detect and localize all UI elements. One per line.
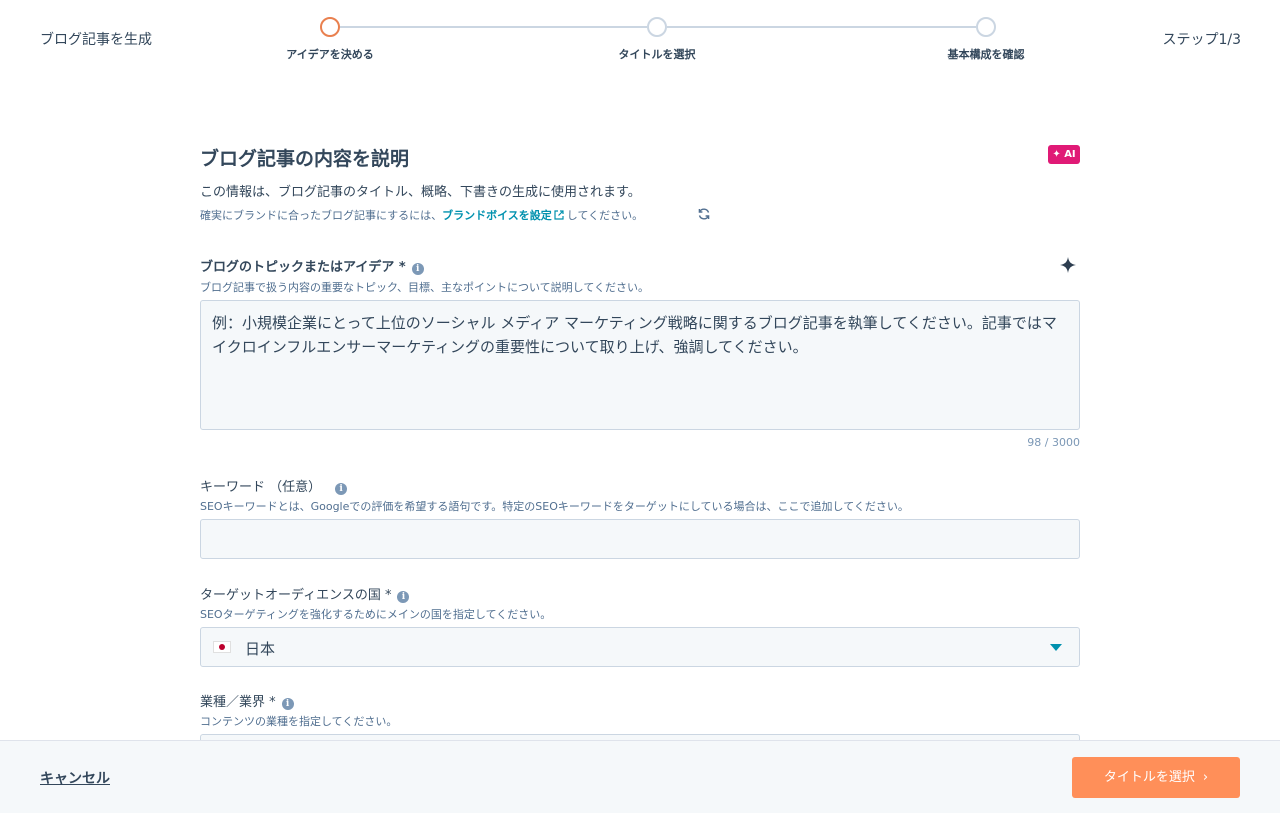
info-icon[interactable]: i (397, 591, 410, 603)
industry-label: 業種／業界 * i (200, 691, 294, 710)
brand-prefix: 確実にブランドに合ったブログ記事にするには、 (200, 209, 443, 222)
info-icon[interactable]: i (411, 263, 424, 275)
keyword-label-text: キーワード （任意） (200, 480, 322, 495)
country-label-text: ターゲットオーディエンスの国 * (200, 588, 392, 603)
app-title: ブログ記事を生成 (40, 32, 152, 48)
topic-label: ブログのトピックまたはアイデア * i (200, 256, 424, 275)
section-title: ブログ記事の内容を説明 (200, 148, 410, 170)
next-button[interactable]: タイトルを選択 › (1072, 757, 1240, 798)
keyword-help: SEOキーワードとは、Googleでの評価を希望する語句です。特定のSEOキーワ… (200, 500, 909, 513)
step-3-circle (976, 17, 996, 37)
stepper-line (667, 26, 976, 28)
step-2-label: タイトルを選択 (618, 48, 696, 61)
country-label: ターゲットオーディエンスの国 * i (200, 584, 410, 603)
footer: キャンセル タイトルを選択 › (0, 740, 1280, 813)
keyword-label: キーワード （任意） i (200, 476, 348, 495)
brand-voice-line: 確実にブランドに合ったブログ記事にするには、ブランドボイスを設定 してください。 (200, 207, 643, 223)
intro-text: この情報は、ブログ記事のタイトル、概略、下書きの生成に使用されます。 (200, 185, 641, 200)
keyword-input[interactable] (200, 519, 1080, 559)
country-help: SEOターゲティングを強化するためにメインの国を指定してください。 (200, 608, 552, 621)
topic-label-text: ブログのトピックまたはアイデア * (200, 260, 406, 275)
next-button-label: タイトルを選択 (1103, 770, 1195, 785)
country-select-value: 日本 (245, 640, 276, 658)
char-count: 98 / 3000 (1027, 436, 1080, 449)
step-2-circle (647, 17, 667, 37)
step-counter: ステップ1/3 (1162, 32, 1241, 48)
industry-help: コンテンツの業種を指定してください。 (200, 715, 398, 728)
stepper-line (340, 26, 647, 28)
step-1-label: アイデアを決める (286, 48, 374, 61)
japan-flag-icon (213, 641, 231, 653)
step-3-label: 基本構成を確認 (947, 48, 1025, 61)
topic-textarea[interactable]: 例：小規模企業にとって上位のソーシャル メディア マーケティング戦略に関するブロ… (200, 300, 1080, 430)
external-link-icon[interactable] (554, 210, 564, 220)
topic-help: ブログ記事で扱う内容の重要なトピック、目標、主なポイントについて説明してください… (200, 281, 650, 294)
brand-suffix: してください。 (566, 209, 644, 222)
cancel-link[interactable]: キャンセル (40, 768, 110, 788)
step-1-circle (320, 17, 340, 37)
country-select[interactable]: 日本 (200, 627, 1080, 667)
sparkle-icon[interactable] (1060, 257, 1076, 273)
refresh-icon[interactable] (697, 207, 711, 221)
ai-badge: ✦ AI (1048, 145, 1080, 164)
brand-voice-link[interactable]: ブランドボイスを設定 (442, 209, 552, 222)
industry-label-text: 業種／業界 * (200, 695, 276, 710)
chevron-down-icon[interactable] (1050, 644, 1062, 651)
header: ブログ記事を生成 アイデアを決める タイトルを選択 基本構成を確認 ステップ1/… (0, 0, 1280, 80)
chevron-right-icon: › (1202, 770, 1209, 785)
info-icon[interactable]: i (281, 698, 294, 710)
info-icon[interactable]: i (335, 483, 348, 495)
